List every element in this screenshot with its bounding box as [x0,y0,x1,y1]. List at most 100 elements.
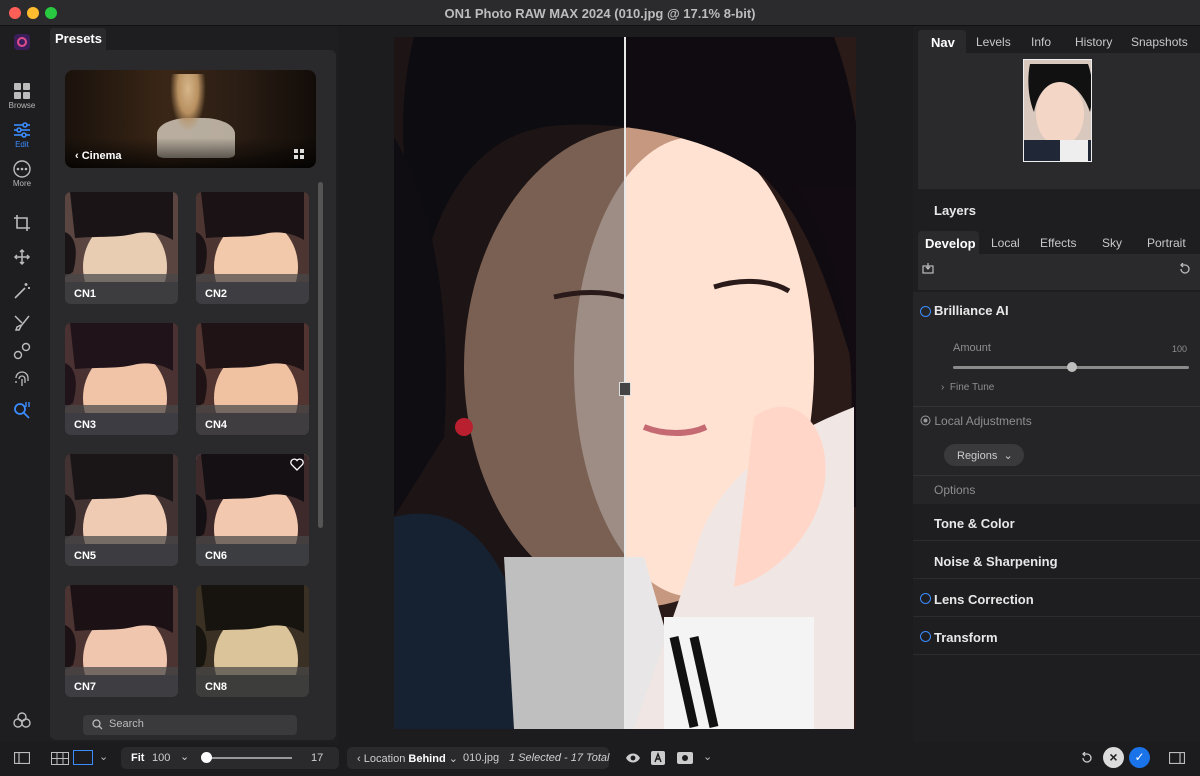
browse-button[interactable]: Browse [0,82,44,110]
preset-thumb-cn4[interactable]: CN4 [196,323,309,435]
preset-thumb-cn2[interactable]: CN2 [196,192,309,304]
presets-tab[interactable]: Presets [50,28,106,50]
fine-tune-toggle[interactable]: › Fine Tune [941,382,994,393]
crop-icon [14,215,30,231]
zoom-value[interactable]: 100 [152,752,170,764]
toggle-left-panel-icon[interactable] [14,752,30,764]
preset-thumb-cn6[interactable]: CN6 [196,454,309,566]
heart-icon[interactable] [290,458,304,471]
transform-header[interactable]: Transform [913,619,1200,655]
location-chevron-down-icon: ⌄ [445,753,458,765]
undo-icon[interactable] [1080,752,1093,765]
edit-label: Edit [15,140,29,149]
chevron-left-icon: ‹ [357,753,364,765]
search-placeholder: Search [109,718,144,730]
banner-figure [170,74,206,132]
single-view-button-icon[interactable] [73,750,93,765]
preview-eye-icon[interactable] [625,752,641,764]
more-label: More [12,179,32,188]
toggle-right-panel-icon[interactable] [1169,752,1185,764]
apply-check-icon[interactable]: ✓ [1129,747,1150,768]
amount-label: Amount [953,342,991,354]
enable-toggle-icon[interactable] [920,306,931,317]
magic-wand-tool[interactable] [0,282,44,300]
zoom-chevron-down-icon[interactable]: ⌄ [180,750,189,763]
more-icon [13,160,31,178]
preset-search-input[interactable]: Search [83,715,297,735]
category-label[interactable]: ‹ Cinema [75,150,121,162]
text-overlay-icon[interactable] [651,751,665,765]
zoom-tool-icon [14,402,30,419]
section-label: Lens Correction [934,592,1034,607]
category-banner[interactable]: ‹ Cinema [65,70,316,168]
presets-scrollbar[interactable] [318,182,323,528]
preset-thumb-cn8[interactable]: CN8 [196,585,309,697]
browse-label: Browse [8,101,36,110]
move-tool[interactable] [0,248,44,266]
overlay-chevron-down-icon[interactable]: ⌄ [703,750,712,763]
options-label[interactable]: Options [934,483,975,497]
save-preset-icon[interactable] [922,262,934,274]
tab-snapshots[interactable]: Snapshots [1131,35,1188,49]
grid-view-icon[interactable] [294,149,304,159]
extensions-button[interactable] [0,710,44,730]
zoom-tool[interactable] [0,400,44,420]
chevron-down-icon: ⌄ [997,450,1013,462]
crop-tool[interactable] [0,214,44,232]
split-view-handle[interactable] [619,382,631,396]
more-button[interactable]: More [0,160,44,188]
magic-wand-icon [14,283,30,299]
enable-toggle-icon[interactable] [920,593,931,604]
regions-dropdown[interactable]: Regions ⌄ [944,444,1024,466]
tab-nav[interactable]: Nav [931,35,955,50]
app-logo-icon[interactable] [0,33,44,51]
shapes-tool[interactable] [0,342,44,360]
grid-view-button-icon[interactable] [51,752,69,765]
window-title: ON1 Photo RAW MAX 2024 (010.jpg @ 17.1% … [444,6,756,21]
grid-icon [14,83,30,99]
tab-sky[interactable]: Sky [1102,236,1122,250]
portrait-tool[interactable] [0,370,44,388]
shapes-icon [13,342,31,360]
fit-button[interactable]: Fit [131,752,144,764]
location-control[interactable]: ‹ Location Behind ⌄ [357,752,458,765]
zoom-slider-knob[interactable] [200,752,212,763]
preset-label: CN5 [65,536,178,566]
tab-local[interactable]: Local [991,236,1020,250]
filename: 010.jpg [463,752,500,764]
view-chevron-down-icon[interactable]: ⌄ [99,750,108,763]
lens-correction-header[interactable]: Lens Correction [913,581,1200,617]
selection-count: 1 Selected - 17 Total [509,752,610,764]
tab-levels[interactable]: Levels [976,35,1011,49]
zoom-slider-track[interactable] [202,757,292,759]
tab-info[interactable]: Info [1031,35,1051,49]
preset-thumb-cn3[interactable]: CN3 [65,323,178,435]
navigator-thumbnail[interactable] [1023,59,1092,162]
brilliance-title: Brilliance AI [934,303,1009,318]
noise-sharpening-header[interactable]: Noise & Sharpening [913,543,1200,579]
tone-color-header[interactable]: Tone & Color [913,505,1200,541]
location-label: Location [363,753,406,765]
preset-thumb-cn5[interactable]: CN5 [65,454,178,566]
tab-history[interactable]: History [1075,35,1112,49]
amount-slider-knob[interactable] [1067,362,1077,372]
preset-thumb-cn7[interactable]: CN7 [65,585,178,697]
regions-label: Regions [957,450,998,462]
preset-thumb-cn1[interactable]: CN1 [65,192,178,304]
local-adjustments-row[interactable]: Local Adjustments [920,414,1032,428]
search-icon [92,719,103,730]
tab-effects[interactable]: Effects [1040,236,1076,250]
enable-toggle-icon[interactable] [920,631,931,642]
mask-overlay-icon[interactable] [677,752,693,764]
reset-icon[interactable] [1179,263,1191,275]
fingerprint-icon [15,371,29,386]
divider [913,475,1200,476]
brilliance-ai-header[interactable]: Brilliance AI [913,292,1200,328]
edit-button[interactable]: Edit [0,121,44,149]
layers-header[interactable]: Layers [913,192,1200,228]
tab-develop[interactable]: Develop [925,236,976,251]
cancel-close-icon[interactable]: × [1103,747,1124,768]
chevron-right-icon: › [941,382,950,393]
brush-tool[interactable] [0,314,44,332]
tab-portrait[interactable]: Portrait [1147,236,1186,250]
